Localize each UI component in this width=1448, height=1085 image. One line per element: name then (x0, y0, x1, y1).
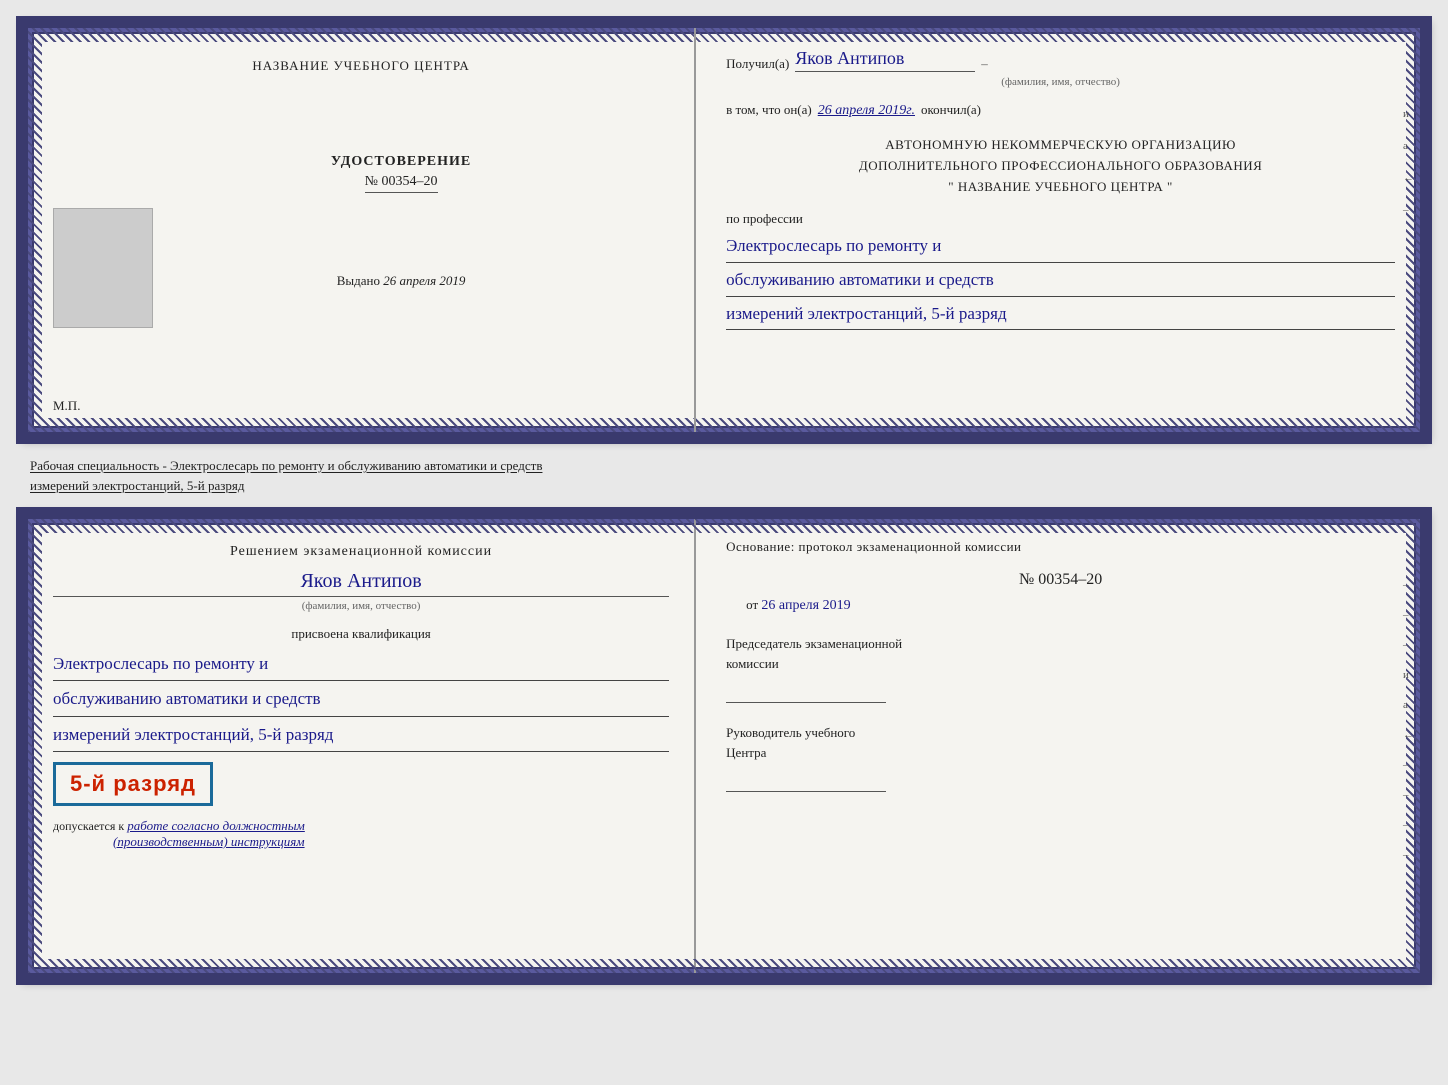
rukovoditel-block: Руководитель учебного Центра (726, 723, 1395, 792)
right-edge-labels-bottom: – – – и а ← – – – – (1403, 579, 1414, 861)
rukovoditel-title: Руководитель учебного Центра (726, 723, 1395, 762)
vydano-date: 26 апреля 2019 (383, 273, 465, 288)
udostoverenie-title: УДОСТОВЕРЕНИЕ (331, 154, 471, 170)
protocol-number: № 00354–20 (726, 571, 1395, 589)
razryad-stamp: 5-й разряд (53, 762, 213, 806)
bottom-right-panel: Основание: протокол экзаменационной коми… (696, 519, 1420, 973)
org-block: АВТОНОМНУЮ НЕКОММЕРЧЕСКУЮ ОРГАНИЗАЦИЮ ДО… (726, 135, 1395, 197)
dopusk-hw2: (производственным) инструкциям (113, 834, 669, 850)
qual-line2: обслуживанию автоматики и средств (53, 683, 669, 716)
bottom-left-panel: Решением экзаменационной комиссии Яков А… (28, 519, 696, 973)
okonchil-label: окончил(а) (921, 102, 981, 118)
top-left-panel: НАЗВАНИЕ УЧЕБНОГО ЦЕНТРА УДОСТОВЕРЕНИЕ №… (28, 28, 696, 432)
top-document: НАЗВАНИЕ УЧЕБНОГО ЦЕНТРА УДОСТОВЕРЕНИЕ №… (20, 20, 1428, 440)
rukovoditel-signature-line (726, 768, 886, 792)
qual-line3: измерений электростанций, 5-й разряд (53, 719, 669, 752)
fio-caption-top: (фамилия, имя, отчество) (726, 76, 1395, 88)
dopuskaetsya-label: допускается к (53, 819, 124, 833)
right-edge-labels-top: и а ← – (1403, 108, 1414, 216)
org-line2: ДОПОЛНИТЕЛЬНОГО ПРОФЕССИОНАЛЬНОГО ОБРАЗО… (726, 156, 1395, 177)
profession-line2: обслуживанию автоматики и средств (726, 265, 1395, 297)
profession-line1: Электрослесарь по ремонту и (726, 231, 1395, 263)
osnovanie-title: Основание: протокол экзаменационной коми… (726, 539, 1395, 555)
vydano-label: Выдано (337, 273, 380, 288)
mp-label: М.П. (53, 398, 80, 414)
vtom-line: в том, что он(а) 26 апреля 2019г. окончи… (726, 102, 1395, 119)
org-line3: " НАЗВАНИЕ УЧЕБНОГО ЦЕНТРА " (726, 177, 1395, 198)
fio-caption-bottom: (фамилия, имя, отчество) (53, 600, 669, 612)
profession-line3: измерений электростанций, 5-й разряд (726, 299, 1395, 331)
bottom-name: Яков Антипов (53, 570, 669, 597)
top-right-panel: Получил(а) Яков Антипов – (фамилия, имя,… (696, 28, 1420, 432)
chairman-signature-line (726, 679, 886, 703)
dopuskaetsya-line: допускается к работе согласно должностны… (53, 818, 669, 834)
bottom-document: Решением экзаменационной комиссии Яков А… (20, 511, 1428, 981)
middle-specialty-text: Рабочая специальность - Электрослесарь п… (20, 450, 1428, 501)
chairman-block: Председатель экзаменационной комиссии (726, 634, 1395, 703)
prisvoena-text: присвоена квалификация (53, 626, 669, 642)
page-wrapper: НАЗВАНИЕ УЧЕБНОГО ЦЕНТРА УДОСТОВЕРЕНИЕ №… (20, 20, 1428, 981)
photo-placeholder (53, 208, 153, 328)
chairman-title: Председатель экзаменационной комиссии (726, 634, 1395, 673)
center-name-top: НАЗВАНИЕ УЧЕБНОГО ЦЕНТРА (252, 58, 469, 74)
po-professii: по профессии (726, 211, 1395, 227)
qual-line1: Электрослесарь по ремонту и (53, 648, 669, 681)
ot-date-line: от 26 апреля 2019 (726, 597, 1395, 614)
dopusk-hw: работе согласно должностным (127, 818, 305, 833)
vydano-block: Выдано 26 апреля 2019 (337, 273, 466, 289)
udostoverenie-block: УДОСТОВЕРЕНИЕ № 00354–20 (331, 154, 471, 193)
profession-block: Электрослесарь по ремонту и обслуживанию… (726, 231, 1395, 330)
vtom-label: в том, что он(а) (726, 102, 812, 118)
udostoverenie-number: № 00354–20 (365, 174, 438, 193)
dash: – (981, 56, 988, 72)
qualification-block: Электрослесарь по ремонту и обслуживанию… (53, 648, 669, 752)
ot-label: от (746, 597, 758, 612)
ot-date-hw: 26 апреля 2019 (761, 598, 850, 613)
org-line1: АВТОНОМНУЮ НЕКОММЕРЧЕСКУЮ ОРГАНИЗАЦИЮ (726, 135, 1395, 156)
recipient-name: Яков Антипов (795, 48, 975, 72)
poluchil-line: Получил(а) Яков Антипов – (726, 48, 1395, 72)
resheniem-text: Решением экзаменационной комиссии (53, 544, 669, 560)
poluchil-label: Получил(а) (726, 56, 789, 72)
vtom-date: 26 апреля 2019г. (818, 103, 915, 119)
